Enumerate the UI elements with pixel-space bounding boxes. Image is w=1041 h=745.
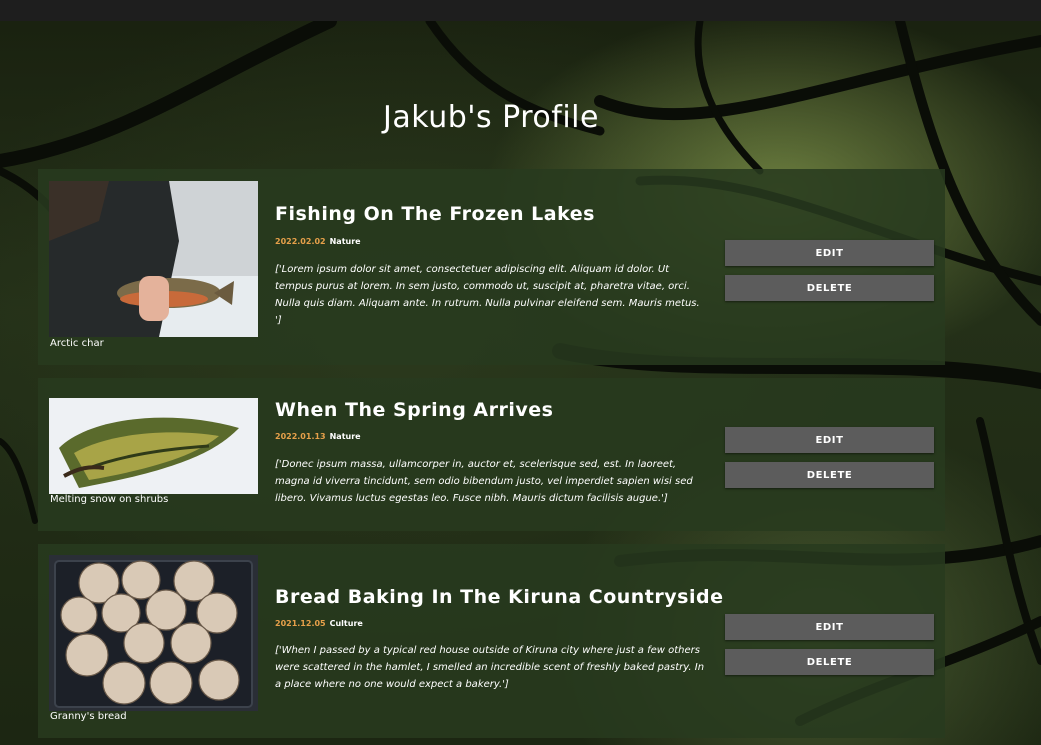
post-meta: 2021.12.05 Culture bbox=[275, 619, 363, 628]
post-card: Granny's bread Bread Baking In The Kirun… bbox=[38, 544, 945, 738]
post-title[interactable]: When The Spring Arrives bbox=[275, 399, 553, 421]
melting-snow-photo bbox=[49, 398, 258, 494]
post-meta: 2022.01.13 Nature bbox=[275, 432, 361, 441]
arctic-char-photo bbox=[49, 181, 258, 337]
post-title[interactable]: Bread Baking In The Kiruna Countryside bbox=[275, 586, 723, 608]
post-image bbox=[49, 555, 258, 711]
post-date: 2022.02.02 bbox=[275, 237, 326, 246]
post-image bbox=[49, 398, 258, 494]
post-category[interactable]: Nature bbox=[330, 237, 361, 246]
page-title: Jakub's Profile bbox=[383, 100, 599, 135]
image-caption: Granny's bread bbox=[50, 711, 127, 722]
grannys-bread-photo bbox=[49, 555, 258, 711]
post-category[interactable]: Culture bbox=[330, 619, 363, 628]
top-bar bbox=[0, 0, 1041, 21]
image-caption: Arctic char bbox=[50, 338, 104, 349]
post-excerpt: ['When I passed by a typical red house o… bbox=[275, 645, 705, 690]
edit-button[interactable]: EDIT bbox=[725, 240, 934, 266]
post-date: 2022.01.13 bbox=[275, 432, 326, 441]
post-title[interactable]: Fishing On The Frozen Lakes bbox=[275, 203, 595, 225]
post-date: 2021.12.05 bbox=[275, 619, 326, 628]
edit-button[interactable]: EDIT bbox=[725, 427, 934, 453]
post-category[interactable]: Nature bbox=[330, 432, 361, 441]
delete-button[interactable]: DELETE bbox=[725, 462, 934, 488]
post-excerpt: ['Lorem ipsum dolor sit amet, consectetu… bbox=[275, 264, 700, 326]
image-caption: Melting snow on shrubs bbox=[50, 494, 169, 505]
edit-button[interactable]: EDIT bbox=[725, 614, 934, 640]
post-card: Melting snow on shrubs When The Spring A… bbox=[38, 378, 945, 531]
delete-button[interactable]: DELETE bbox=[725, 649, 934, 675]
post-excerpt: ['Donec ipsum massa, ullamcorper in, auc… bbox=[275, 459, 693, 504]
post-image bbox=[49, 181, 258, 337]
post-meta: 2022.02.02 Nature bbox=[275, 237, 361, 246]
post-card: Arctic char Fishing On The Frozen Lakes … bbox=[38, 169, 945, 365]
delete-button[interactable]: DELETE bbox=[725, 275, 934, 301]
